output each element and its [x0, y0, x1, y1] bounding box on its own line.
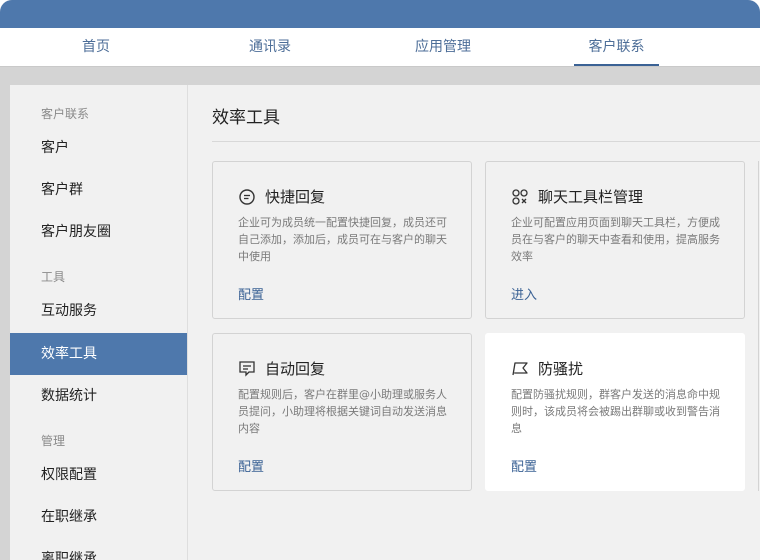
card-description: 配置防骚扰规则，群客户发送的消息命中规则时，该成员将会被踢出群聊或收到警告消息 — [511, 388, 720, 435]
top-navigation: 首页 通讯录 应用管理 客户联系 — [0, 28, 760, 67]
window-titlebar — [0, 0, 760, 28]
card-description: 企业可配置应用页面到聊天工具栏，方便成员在与客户的聊天中查看和使用，提高服务效率 — [511, 216, 720, 263]
flag-icon — [511, 360, 529, 378]
chat-bubble-icon — [238, 188, 256, 206]
content-gutter — [0, 67, 760, 85]
toolbar-grid-icon — [511, 188, 529, 206]
card-title-row: 快捷回复 — [238, 186, 325, 207]
card-auto-reply: 自动回复 配置规则后，客户在群里@小助理或服务人员提问，小助理将根据关键词自动发… — [212, 333, 472, 491]
sidebar-group-tools: 工具 — [41, 270, 66, 284]
configure-link[interactable]: 配置 — [511, 456, 537, 475]
enter-link[interactable]: 进入 — [511, 284, 537, 303]
sidebar: 客户联系 客户 客户群 客户朋友圈 工具 互动服务 效率工具 数据统计 管理 权… — [10, 85, 188, 560]
configure-link[interactable]: 配置 — [238, 284, 264, 303]
tab-customer-contact[interactable]: 客户联系 — [574, 28, 659, 66]
sidebar-item-customer[interactable]: 客户 — [10, 127, 187, 169]
card-title-row: 聊天工具栏管理 — [511, 186, 643, 207]
sidebar-item-efficiency-tools[interactable]: 效率工具 — [10, 333, 187, 375]
card-anti-harassment: 防骚扰 配置防骚扰规则，群客户发送的消息命中规则时，该成员将会被踢出群聊或收到警… — [485, 333, 745, 491]
auto-reply-icon — [238, 360, 256, 378]
card-title-row: 自动回复 — [238, 358, 325, 379]
sidebar-item-onjob-transfer[interactable]: 在职继承 — [10, 496, 187, 538]
main-content: 效率工具 快捷回复 企业可为成员统一配置快捷回复，成员还可自己添加，添加后，成员… — [188, 85, 760, 560]
card-description: 配置规则后，客户在群里@小助理或服务人员提问，小助理将根据关键词自动发送消息内容 — [238, 388, 447, 435]
sidebar-item-data-statistics[interactable]: 数据统计 — [10, 375, 187, 417]
card-title: 自动回复 — [265, 360, 326, 378]
tab-app-management[interactable]: 应用管理 — [403, 28, 483, 66]
sidebar-item-customer-moments[interactable]: 客户朋友圈 — [10, 211, 187, 253]
title-divider — [212, 141, 760, 142]
card-title: 快捷回复 — [265, 188, 326, 206]
page-title: 效率工具 — [212, 108, 280, 128]
sidebar-item-permissions[interactable]: 权限配置 — [10, 454, 187, 496]
tab-home[interactable]: 首页 — [56, 28, 136, 66]
configure-link[interactable]: 配置 — [238, 456, 264, 475]
sidebar-group-management: 管理 — [41, 434, 66, 448]
tab-contacts[interactable]: 通讯录 — [230, 28, 310, 66]
card-description: 企业可为成员统一配置快捷回复，成员还可自己添加，添加后，成员可在与客户的聊天中使… — [238, 216, 447, 263]
sidebar-item-interaction-service[interactable]: 互动服务 — [10, 290, 187, 332]
app-window: 首页 通讯录 应用管理 客户联系 客户联系 客户 客户群 客户朋友圈 工具 互动… — [0, 0, 760, 560]
card-title-row: 防骚扰 — [511, 358, 583, 379]
card-quick-reply: 快捷回复 企业可为成员统一配置快捷回复，成员还可自己添加，添加后，成员可在与客户… — [212, 161, 472, 319]
card-title: 防骚扰 — [538, 360, 584, 378]
sidebar-group-customer-contact: 客户联系 — [41, 107, 90, 121]
sidebar-item-resigned-transfer[interactable]: 离职继承 — [10, 538, 187, 560]
card-title: 聊天工具栏管理 — [538, 188, 644, 206]
card-chat-toolbar: 聊天工具栏管理 企业可配置应用页面到聊天工具栏，方便成员在与客户的聊天中查看和使… — [485, 161, 745, 319]
sidebar-item-customer-group[interactable]: 客户群 — [10, 169, 187, 211]
